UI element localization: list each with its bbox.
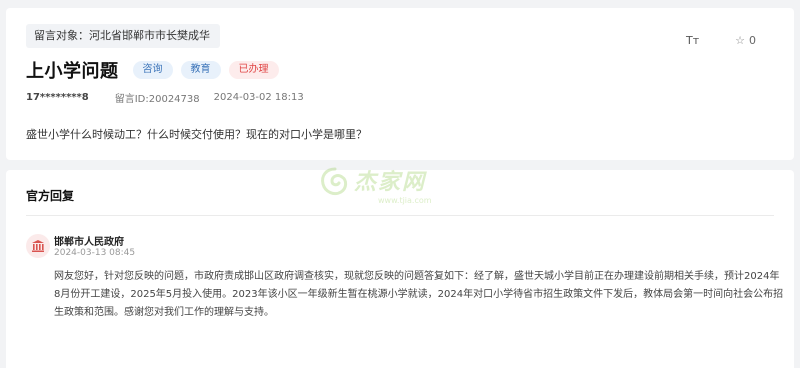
- message-content: 盛世小学什么时候动工？什么时候交付使用？现在的对口小学是哪里？: [26, 128, 367, 141]
- government-building-icon: [26, 234, 50, 258]
- font-size-icon: Tт: [685, 34, 700, 47]
- message-meta: 17********8 留言ID:20024738 2024-03-02 18:…: [26, 90, 304, 105]
- message-card: 留言对象：河北省邯郸市市长樊成华 Tт ☆ 0 上小学问题 咨询 教育 已办理 …: [6, 8, 794, 160]
- message-tools: Tт ☆ 0: [686, 34, 756, 47]
- reply-org-name: 邯郸市人民政府: [54, 237, 124, 248]
- star-icon: ☆: [735, 34, 745, 47]
- message-datetime: 2024-03-02 18:13: [213, 92, 304, 103]
- page-title: 上小学问题: [26, 61, 119, 82]
- message-id: 留言ID:20024738: [114, 94, 200, 105]
- reply-card: 官方回复 邯郸市人民政府 2024-03-13 08:45 网友您好，针对您反映…: [6, 170, 794, 368]
- status-badge: 已办理: [228, 61, 279, 79]
- category-tag: 教育: [180, 61, 221, 79]
- type-tag: 咨询: [132, 61, 173, 79]
- reply-body: 网友您好，针对您反映的问题，市政府责成邯山区政府调查核实，现就您反映的问题答复如…: [54, 271, 784, 318]
- message-target: 留言对象：河北省邯郸市市长樊成华: [26, 24, 220, 48]
- font-size-button[interactable]: Tт: [686, 34, 699, 47]
- divider: [26, 215, 774, 216]
- message-user: 17********8: [26, 92, 89, 103]
- reply-time: 2024-03-13 08:45: [54, 248, 136, 258]
- favorite-button[interactable]: ☆ 0: [735, 34, 756, 47]
- title-row: 上小学问题 咨询 教育 已办理: [26, 56, 279, 84]
- reply-section-title: 官方回复: [26, 189, 75, 203]
- favorite-count: 0: [749, 34, 756, 47]
